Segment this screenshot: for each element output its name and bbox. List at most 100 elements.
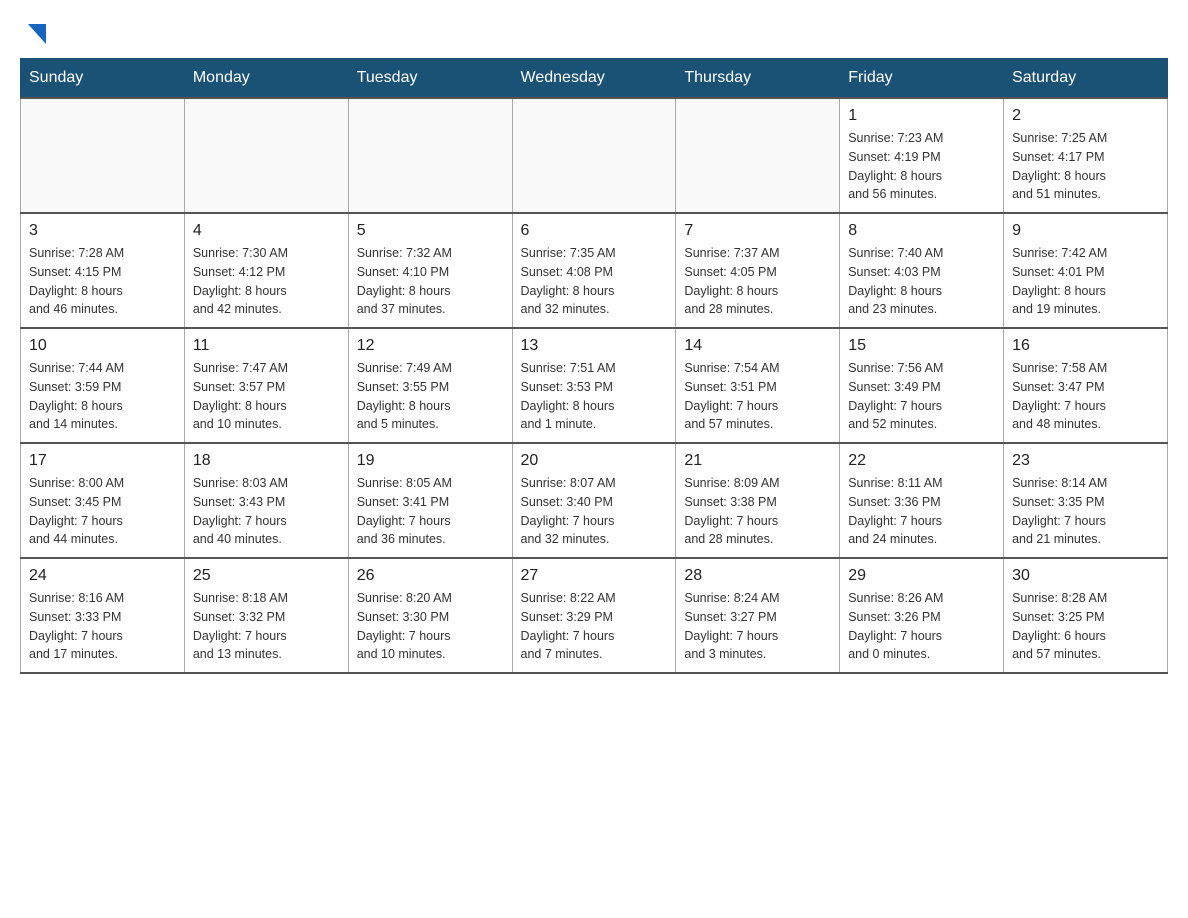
calendar-cell: 26 Sunrise: 8:20 AM Sunset: 3:30 PM Dayli… [348, 558, 512, 673]
day-number: 10 [29, 337, 176, 355]
day-number: 3 [29, 222, 176, 240]
day-number: 26 [357, 567, 504, 585]
day-info: Sunrise: 8:18 AM Sunset: 3:32 PM Dayligh… [193, 589, 340, 664]
calendar-table: SundayMondayTuesdayWednesdayThursdayFrid… [20, 58, 1168, 674]
column-header-thursday: Thursday [676, 59, 840, 99]
calendar-cell: 8 Sunrise: 7:40 AM Sunset: 4:03 PM Daylig… [840, 213, 1004, 328]
day-info: Sunrise: 8:26 AM Sunset: 3:26 PM Dayligh… [848, 589, 995, 664]
day-info: Sunrise: 8:05 AM Sunset: 3:41 PM Dayligh… [357, 474, 504, 549]
day-info: Sunrise: 7:37 AM Sunset: 4:05 PM Dayligh… [684, 244, 831, 319]
day-info: Sunrise: 7:32 AM Sunset: 4:10 PM Dayligh… [357, 244, 504, 319]
day-number: 12 [357, 337, 504, 355]
column-header-monday: Monday [184, 59, 348, 99]
calendar-cell: 15 Sunrise: 7:56 AM Sunset: 3:49 PM Dayli… [840, 328, 1004, 443]
day-info: Sunrise: 8:11 AM Sunset: 3:36 PM Dayligh… [848, 474, 995, 549]
calendar-cell [184, 98, 348, 213]
calendar-cell: 7Sunrise: 7:37 AM Sunset: 4:05 PM Daylig… [676, 213, 840, 328]
day-number: 11 [193, 337, 340, 355]
calendar-cell: 21 Sunrise: 8:09 AM Sunset: 3:38 PM Dayli… [676, 443, 840, 558]
day-number: 20 [521, 452, 668, 470]
day-info: Sunrise: 7:58 AM Sunset: 3:47 PM Dayligh… [1012, 359, 1159, 434]
calendar-cell: 23 Sunrise: 8:14 AM Sunset: 3:35 PM Dayli… [1004, 443, 1168, 558]
week-row-4: 17 Sunrise: 8:00 AM Sunset: 3:45 PM Dayli… [21, 443, 1168, 558]
calendar-cell: 20 Sunrise: 8:07 AM Sunset: 3:40 PM Dayli… [512, 443, 676, 558]
day-info: Sunrise: 8:28 AM Sunset: 3:25 PM Dayligh… [1012, 589, 1159, 664]
calendar-cell: 30 Sunrise: 8:28 AM Sunset: 3:25 PM Dayli… [1004, 558, 1168, 673]
calendar-cell: 29 Sunrise: 8:26 AM Sunset: 3:26 PM Dayli… [840, 558, 1004, 673]
day-number: 6 [521, 222, 668, 240]
logo [20, 20, 50, 48]
column-header-wednesday: Wednesday [512, 59, 676, 99]
day-number: 24 [29, 567, 176, 585]
calendar-cell: 13Sunrise: 7:51 AM Sunset: 3:53 PM Dayli… [512, 328, 676, 443]
day-info: Sunrise: 8:09 AM Sunset: 3:38 PM Dayligh… [684, 474, 831, 549]
calendar-cell: 14Sunrise: 7:54 AM Sunset: 3:51 PM Dayli… [676, 328, 840, 443]
day-info: Sunrise: 8:14 AM Sunset: 3:35 PM Dayligh… [1012, 474, 1159, 549]
calendar-cell: 1 Sunrise: 7:23 AM Sunset: 4:19 PM Daylig… [840, 98, 1004, 213]
day-info: Sunrise: 7:30 AM Sunset: 4:12 PM Dayligh… [193, 244, 340, 319]
day-number: 21 [684, 452, 831, 470]
calendar-cell: 27 Sunrise: 8:22 AM Sunset: 3:29 PM Dayli… [512, 558, 676, 673]
day-info: Sunrise: 7:23 AM Sunset: 4:19 PM Dayligh… [848, 129, 995, 204]
day-number: 23 [1012, 452, 1159, 470]
calendar-cell: 12 Sunrise: 7:49 AM Sunset: 3:55 PM Dayli… [348, 328, 512, 443]
column-header-saturday: Saturday [1004, 59, 1168, 99]
calendar-cell: 10Sunrise: 7:44 AM Sunset: 3:59 PM Dayli… [21, 328, 185, 443]
calendar-header-row: SundayMondayTuesdayWednesdayThursdayFrid… [21, 59, 1168, 99]
week-row-5: 24 Sunrise: 8:16 AM Sunset: 3:33 PM Dayli… [21, 558, 1168, 673]
day-info: Sunrise: 7:56 AM Sunset: 3:49 PM Dayligh… [848, 359, 995, 434]
day-number: 27 [521, 567, 668, 585]
day-info: Sunrise: 8:00 AM Sunset: 3:45 PM Dayligh… [29, 474, 176, 549]
calendar-cell: 9 Sunrise: 7:42 AM Sunset: 4:01 PM Daylig… [1004, 213, 1168, 328]
day-info: Sunrise: 8:24 AM Sunset: 3:27 PM Dayligh… [684, 589, 831, 664]
column-header-sunday: Sunday [21, 59, 185, 99]
day-number: 28 [684, 567, 831, 585]
day-number: 17 [29, 452, 176, 470]
calendar-cell [348, 98, 512, 213]
day-number: 19 [357, 452, 504, 470]
week-row-3: 10Sunrise: 7:44 AM Sunset: 3:59 PM Dayli… [21, 328, 1168, 443]
day-info: Sunrise: 7:42 AM Sunset: 4:01 PM Dayligh… [1012, 244, 1159, 319]
day-info: Sunrise: 7:51 AM Sunset: 3:53 PM Dayligh… [521, 359, 668, 434]
day-info: Sunrise: 7:47 AM Sunset: 3:57 PM Dayligh… [193, 359, 340, 434]
day-number: 4 [193, 222, 340, 240]
calendar-cell: 18 Sunrise: 8:03 AM Sunset: 3:43 PM Dayli… [184, 443, 348, 558]
calendar-cell: 6Sunrise: 7:35 AM Sunset: 4:08 PM Daylig… [512, 213, 676, 328]
day-number: 9 [1012, 222, 1159, 240]
day-number: 30 [1012, 567, 1159, 585]
logo-triangle-icon [22, 20, 50, 48]
day-number: 14 [684, 337, 831, 355]
calendar-cell: 5 Sunrise: 7:32 AM Sunset: 4:10 PM Daylig… [348, 213, 512, 328]
calendar-cell: 16 Sunrise: 7:58 AM Sunset: 3:47 PM Dayli… [1004, 328, 1168, 443]
day-info: Sunrise: 8:20 AM Sunset: 3:30 PM Dayligh… [357, 589, 504, 664]
calendar-cell: 19 Sunrise: 8:05 AM Sunset: 3:41 PM Dayli… [348, 443, 512, 558]
calendar-cell [676, 98, 840, 213]
week-row-2: 3Sunrise: 7:28 AM Sunset: 4:15 PM Daylig… [21, 213, 1168, 328]
calendar-cell: 25 Sunrise: 8:18 AM Sunset: 3:32 PM Dayli… [184, 558, 348, 673]
day-info: Sunrise: 8:03 AM Sunset: 3:43 PM Dayligh… [193, 474, 340, 549]
calendar-cell: 2 Sunrise: 7:25 AM Sunset: 4:17 PM Daylig… [1004, 98, 1168, 213]
day-info: Sunrise: 7:25 AM Sunset: 4:17 PM Dayligh… [1012, 129, 1159, 204]
day-number: 25 [193, 567, 340, 585]
calendar-cell: 4 Sunrise: 7:30 AM Sunset: 4:12 PM Daylig… [184, 213, 348, 328]
calendar-cell: 17 Sunrise: 8:00 AM Sunset: 3:45 PM Dayli… [21, 443, 185, 558]
calendar-cell: 22Sunrise: 8:11 AM Sunset: 3:36 PM Dayli… [840, 443, 1004, 558]
column-header-tuesday: Tuesday [348, 59, 512, 99]
calendar-cell [512, 98, 676, 213]
day-info: Sunrise: 7:40 AM Sunset: 4:03 PM Dayligh… [848, 244, 995, 319]
day-number: 2 [1012, 107, 1159, 125]
day-number: 5 [357, 222, 504, 240]
day-info: Sunrise: 8:22 AM Sunset: 3:29 PM Dayligh… [521, 589, 668, 664]
day-info: Sunrise: 7:49 AM Sunset: 3:55 PM Dayligh… [357, 359, 504, 434]
page-header [20, 20, 1168, 48]
day-info: Sunrise: 8:16 AM Sunset: 3:33 PM Dayligh… [29, 589, 176, 664]
day-number: 8 [848, 222, 995, 240]
calendar-cell: 3Sunrise: 7:28 AM Sunset: 4:15 PM Daylig… [21, 213, 185, 328]
column-header-friday: Friday [840, 59, 1004, 99]
day-number: 15 [848, 337, 995, 355]
day-number: 1 [848, 107, 995, 125]
day-number: 29 [848, 567, 995, 585]
day-number: 16 [1012, 337, 1159, 355]
day-info: Sunrise: 8:07 AM Sunset: 3:40 PM Dayligh… [521, 474, 668, 549]
day-number: 18 [193, 452, 340, 470]
